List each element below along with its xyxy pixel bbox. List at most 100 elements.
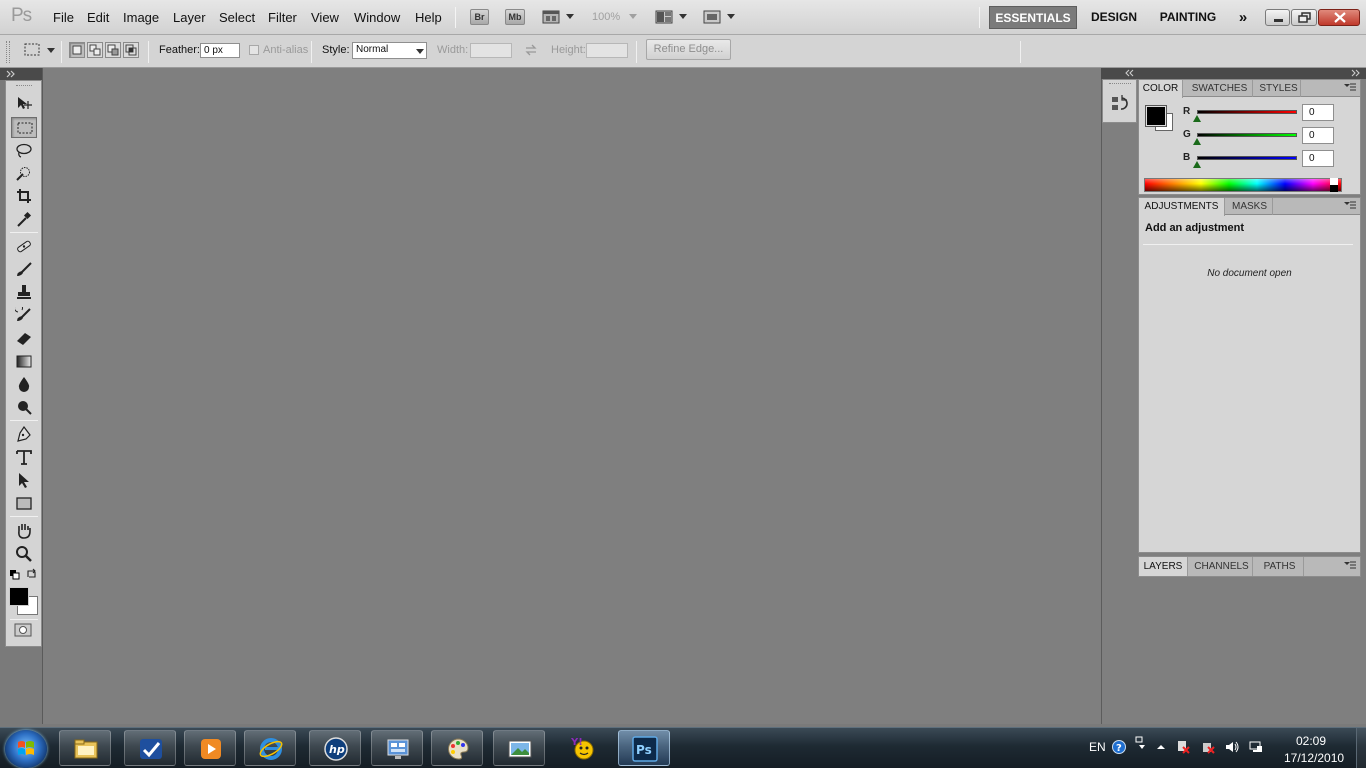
options-grip[interactable] xyxy=(6,41,10,63)
gradient-tool[interactable] xyxy=(11,351,37,372)
expand-dock-icon[interactable] xyxy=(1351,69,1361,79)
style-select[interactable]: Normal xyxy=(352,42,427,59)
hand-tool[interactable] xyxy=(11,520,37,541)
taskbar-photo-app[interactable] xyxy=(493,730,545,766)
taskbar-check-app[interactable] xyxy=(124,730,176,766)
arrange-dropdown-icon[interactable] xyxy=(679,14,687,19)
menu-layer[interactable]: Layer xyxy=(173,10,206,25)
red-slider-thumb[interactable] xyxy=(1193,115,1201,122)
path-selection-tool[interactable] xyxy=(11,470,37,491)
green-slider-thumb[interactable] xyxy=(1193,138,1201,145)
menu-file[interactable]: File xyxy=(53,10,74,25)
color-spectrum-ramp[interactable] xyxy=(1144,178,1342,192)
intersect-selection-button[interactable] xyxy=(123,42,139,58)
menu-view[interactable]: View xyxy=(311,10,339,25)
tab-layers[interactable]: LAYERS xyxy=(1139,557,1188,576)
taskbar-internet-explorer[interactable] xyxy=(244,730,296,766)
swap-colors-icon[interactable] xyxy=(26,568,38,580)
spot-healing-brush-tool[interactable] xyxy=(11,236,37,257)
green-channel-slider[interactable] xyxy=(1197,133,1297,137)
clock-date[interactable]: 17/12/2010 xyxy=(1284,751,1344,765)
new-selection-button[interactable] xyxy=(69,42,85,58)
show-hidden-icons-icon[interactable] xyxy=(1154,740,1168,754)
document-canvas-area[interactable] xyxy=(42,68,1101,724)
eraser-tool[interactable] xyxy=(11,328,37,349)
subtract-from-selection-button[interactable] xyxy=(105,42,121,58)
crop-tool[interactable] xyxy=(11,186,37,207)
panel-menu-icon[interactable] xyxy=(1344,561,1356,571)
antialias-checkbox[interactable] xyxy=(249,45,259,55)
red-channel-input[interactable]: 0 xyxy=(1302,104,1334,121)
blue-channel-slider[interactable] xyxy=(1197,156,1297,160)
menu-window[interactable]: Window xyxy=(354,10,400,25)
tools-panel-header[interactable] xyxy=(0,68,42,80)
taskbar-control-app[interactable] xyxy=(371,730,423,766)
taskbar-media-player[interactable] xyxy=(184,730,236,766)
tool-preset-dropdown-icon[interactable] xyxy=(47,48,55,53)
workspace-painting[interactable]: PAINTING xyxy=(1151,6,1225,29)
dock-grip[interactable] xyxy=(1109,83,1131,85)
foreground-color-swatch[interactable] xyxy=(9,587,29,606)
tab-channels[interactable]: CHANNELS xyxy=(1191,557,1253,576)
screen-mode-icon[interactable] xyxy=(703,9,721,25)
action-center-icon[interactable] xyxy=(1176,740,1190,754)
view-extras-dropdown-icon[interactable] xyxy=(566,14,574,19)
menu-edit[interactable]: Edit xyxy=(87,10,109,25)
default-colors-icon[interactable] xyxy=(10,570,20,580)
red-channel-slider[interactable] xyxy=(1197,110,1297,114)
tab-swatches[interactable]: SWATCHES xyxy=(1187,80,1253,97)
width-input[interactable] xyxy=(470,43,512,58)
volume-icon[interactable] xyxy=(1225,740,1239,754)
right-dock-header[interactable] xyxy=(1101,68,1366,79)
restore-button[interactable] xyxy=(1291,9,1317,26)
black-white-ramp[interactable] xyxy=(1330,178,1338,192)
tab-adjustments[interactable]: ADJUSTMENTS xyxy=(1139,198,1225,216)
clone-stamp-tool[interactable] xyxy=(11,282,37,303)
lasso-tool[interactable] xyxy=(11,140,37,161)
feather-input[interactable]: 0 px xyxy=(200,43,240,58)
tab-masks[interactable]: MASKS xyxy=(1227,198,1273,215)
panel-menu-icon[interactable] xyxy=(1344,201,1356,211)
tab-paths[interactable]: PATHS xyxy=(1256,557,1304,576)
tab-color[interactable]: COLOR xyxy=(1139,80,1183,98)
workspace-essentials[interactable]: ESSENTIALS xyxy=(989,6,1077,29)
launch-bridge-button[interactable]: Br xyxy=(470,9,489,25)
menu-help[interactable]: Help xyxy=(415,10,442,25)
help-icon[interactable]: ? xyxy=(1112,740,1126,754)
history-brush-tool[interactable] xyxy=(11,305,37,326)
dodge-tool[interactable] xyxy=(11,397,37,418)
brush-tool[interactable] xyxy=(11,259,37,280)
start-button[interactable] xyxy=(5,730,47,768)
move-tool[interactable] xyxy=(11,93,37,114)
more-workspaces-button[interactable]: » xyxy=(1232,6,1254,29)
language-indicator[interactable]: EN xyxy=(1089,740,1106,754)
rectangle-tool[interactable] xyxy=(11,493,37,514)
menu-filter[interactable]: Filter xyxy=(268,10,297,25)
close-button[interactable] xyxy=(1318,9,1360,26)
foreground-color-swatch[interactable] xyxy=(1145,105,1167,127)
blur-tool[interactable] xyxy=(11,374,37,395)
minimize-button[interactable] xyxy=(1265,9,1290,26)
green-channel-input[interactable]: 0 xyxy=(1302,127,1334,144)
refine-edge-button[interactable]: Refine Edge... xyxy=(646,39,731,60)
tab-styles[interactable]: STYLES xyxy=(1257,80,1301,97)
clock-time[interactable]: 02:09 xyxy=(1296,734,1326,748)
collapse-dock-icon[interactable] xyxy=(1125,69,1135,79)
quick-selection-tool[interactable] xyxy=(11,163,37,184)
type-tool[interactable] xyxy=(11,447,37,468)
taskbar-photoshop[interactable]: Ps xyxy=(618,730,670,766)
add-to-selection-button[interactable] xyxy=(87,42,103,58)
menu-image[interactable]: Image xyxy=(123,10,159,25)
blue-slider-thumb[interactable] xyxy=(1193,161,1201,168)
show-desktop-button[interactable] xyxy=(1356,728,1366,768)
taskbar-paint-app[interactable] xyxy=(431,730,483,766)
eyedropper-tool[interactable] xyxy=(11,209,37,230)
quick-mask-icon[interactable] xyxy=(14,623,32,637)
workspace-design[interactable]: DESIGN xyxy=(1085,6,1143,29)
swap-dimensions-icon[interactable] xyxy=(524,44,538,56)
view-extras-icon[interactable] xyxy=(542,9,560,25)
rectangular-marquee-tool[interactable] xyxy=(11,117,37,138)
screen-mode-dropdown-icon[interactable] xyxy=(727,14,735,19)
zoom-level[interactable]: 100% xyxy=(592,11,620,23)
menu-select[interactable]: Select xyxy=(219,10,255,25)
